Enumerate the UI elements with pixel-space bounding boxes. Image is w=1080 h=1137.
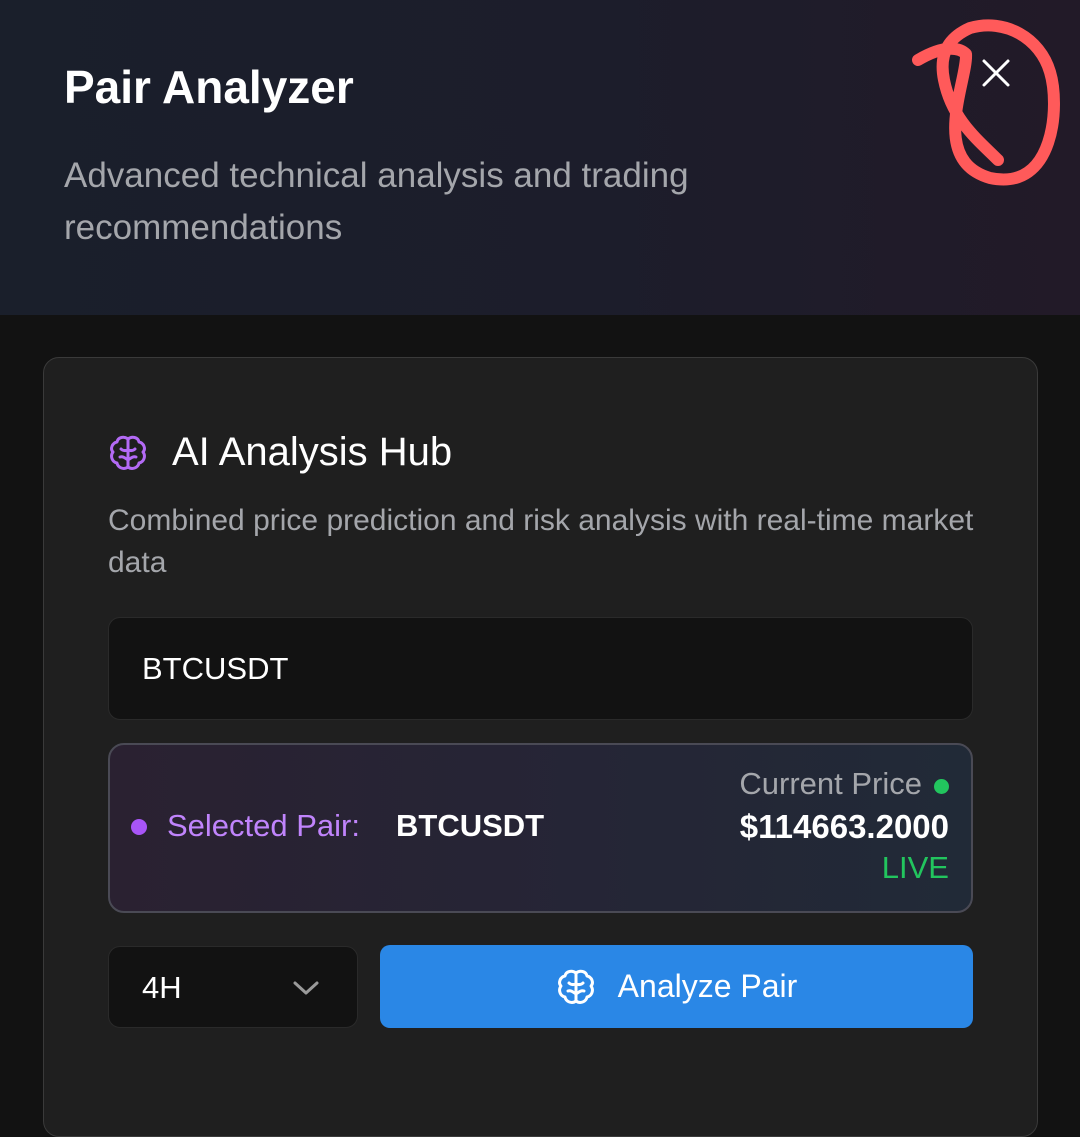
hub-description: Combined price prediction and risk analy… <box>108 504 974 579</box>
brain-icon <box>110 435 146 470</box>
chevron-down-icon <box>293 981 319 995</box>
pair-input[interactable] <box>108 617 973 720</box>
selected-pair-label: Selected Pair: <box>167 808 360 843</box>
close-button[interactable] <box>966 50 1026 96</box>
hub-title: AI Analysis Hub <box>172 430 453 474</box>
timeframe-value: 4H <box>142 970 182 1005</box>
current-price-value: $114663.2000 <box>739 808 949 845</box>
analyze-pair-button[interactable]: Analyze Pair <box>380 945 973 1028</box>
live-status-label: LIVE <box>881 850 949 885</box>
page-subtitle: Advanced technical analysis and trading … <box>64 156 689 247</box>
analyze-pair-label: Analyze Pair <box>617 968 798 1004</box>
selected-pair-dot <box>131 819 147 835</box>
dialog-header: Pair Analyzer Advanced technical analysi… <box>0 0 1080 315</box>
selected-pair-value: BTCUSDT <box>396 808 545 843</box>
close-icon <box>982 59 1010 87</box>
timeframe-select[interactable]: 4H <box>108 946 358 1028</box>
current-price-label: Current Price <box>739 766 922 801</box>
red-circle-annotation <box>912 19 1060 186</box>
page-title: Pair Analyzer <box>64 61 354 113</box>
brain-icon <box>557 969 594 1004</box>
live-status-dot <box>934 779 949 794</box>
